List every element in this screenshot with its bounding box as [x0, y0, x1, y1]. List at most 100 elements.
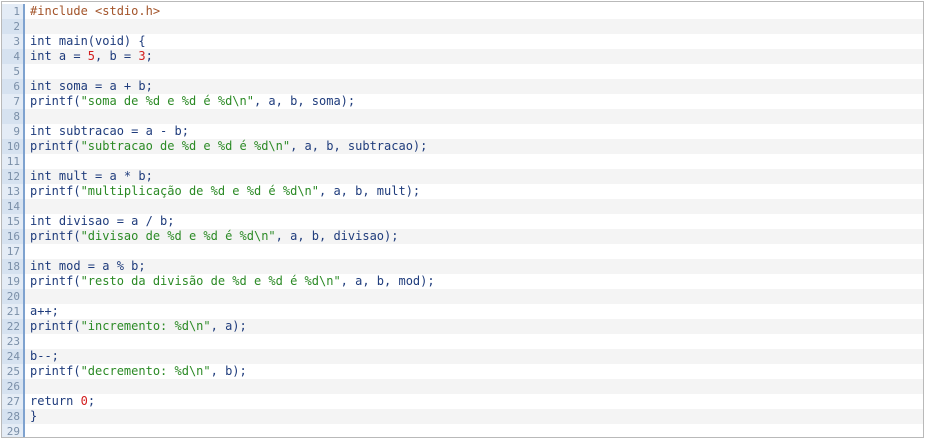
code-line[interactable]: 17	[2, 244, 923, 259]
code-line[interactable]: 24 b--;	[2, 349, 923, 364]
code-line[interactable]: 19 printf("resto da divisão de %d e %d é …	[2, 274, 923, 289]
code-editor: 1 #include <stdio.h> 2 3 int main(void) {4 in…	[1, 1, 924, 438]
line-content	[25, 289, 30, 304]
line-content	[25, 19, 30, 34]
code-token: printf(	[30, 364, 81, 378]
code-line[interactable]: 7 printf("soma de %d e %d é %d\n", a, b, …	[2, 94, 923, 109]
code-token: , a, b, mult);	[319, 184, 421, 198]
line-content: int soma = a + b;	[25, 79, 153, 94]
code-token: #include <stdio.h>	[30, 4, 161, 18]
code-line[interactable]: 21 a++;	[2, 304, 923, 319]
code-token: 5	[87, 49, 96, 63]
code-line[interactable]: 26	[2, 379, 923, 394]
line-content	[25, 244, 30, 259]
code-token: printf(	[30, 139, 81, 153]
line-number: 6	[2, 79, 25, 94]
code-token: int mod = a % b;	[30, 259, 146, 273]
line-number: 28	[2, 409, 25, 424]
code-token: }	[30, 409, 38, 423]
line-number: 10	[2, 139, 25, 154]
code-token: "incremento: %d\n"	[80, 319, 211, 333]
line-number: 23	[2, 334, 25, 349]
code-token: ;	[87, 394, 96, 408]
code-token: , a, b, divisao);	[275, 229, 399, 243]
code-token: ;	[145, 49, 153, 63]
line-content: return 0;	[25, 394, 95, 409]
line-number: 8	[2, 109, 25, 124]
code-line[interactable]: 29	[2, 424, 923, 437]
code-line[interactable]: 22 printf("incremento: %d\n", a);	[2, 319, 923, 334]
code-line[interactable]: 11	[2, 154, 923, 169]
code-token: int soma = a + b;	[30, 79, 153, 93]
line-content: b--;	[25, 349, 59, 364]
code-token: "resto da divisão de %d e %d é %d\n"	[80, 274, 341, 288]
line-content: }	[25, 409, 37, 424]
code-line[interactable]: 14	[2, 199, 923, 214]
code-token: int divisao = a / b;	[30, 214, 175, 228]
code-line[interactable]: 16 printf("divisao de %d e %d é %d\n", a,…	[2, 229, 923, 244]
line-content: printf("incremento: %d\n", a);	[25, 319, 247, 334]
code-token: , a, b, soma);	[253, 94, 356, 108]
code-line[interactable]: 6 int soma = a + b;	[2, 79, 923, 94]
code-line[interactable]: 20	[2, 289, 923, 304]
line-number: 16	[2, 229, 25, 244]
line-number: 21	[2, 304, 25, 319]
code-line[interactable]: 15 int divisao = a / b;	[2, 214, 923, 229]
code-line[interactable]: 10 printf("subtracao de %d e %d é %d\n", …	[2, 139, 923, 154]
line-content	[25, 109, 30, 124]
code-line[interactable]: 3 int main(void) {	[2, 34, 923, 49]
code-line[interactable]: 2	[2, 19, 923, 34]
code-line[interactable]: 5	[2, 64, 923, 79]
line-number: 1	[2, 4, 25, 19]
code-token: printf(	[30, 94, 81, 108]
code-token: , a);	[210, 319, 247, 333]
line-number: 24	[2, 349, 25, 364]
line-content	[25, 154, 30, 169]
line-number: 17	[2, 244, 25, 259]
line-content: #include <stdio.h>	[25, 4, 160, 19]
line-number: 13	[2, 184, 25, 199]
code-line[interactable]: 12 int mult = a * b;	[2, 169, 923, 184]
code-token: , b);	[210, 364, 247, 378]
line-number: 26	[2, 379, 25, 394]
code-line[interactable]: 1 #include <stdio.h>	[2, 4, 923, 19]
code-line[interactable]: 27 return 0;	[2, 394, 923, 409]
code-line[interactable]: 25 printf("decremento: %d\n", b);	[2, 364, 923, 379]
line-content: int subtracao = a - b;	[25, 124, 189, 139]
code-token: "subtracao de %d e %d é %d\n"	[80, 139, 291, 153]
code-token: "divisao de %d e %d é %d\n"	[80, 229, 276, 243]
line-number: 14	[2, 199, 25, 214]
line-content	[25, 424, 30, 437]
line-content: printf("resto da divisão de %d e %d é %d…	[25, 274, 435, 289]
line-number: 5	[2, 64, 25, 79]
code-token: int subtracao = a - b;	[30, 124, 189, 138]
code-token: , a, b, mod);	[340, 274, 435, 288]
code-token: a++;	[30, 304, 59, 318]
line-content: printf("divisao de %d e %d é %d\n", a, b…	[25, 229, 398, 244]
code-line[interactable]: 13 printf("multiplicação de %d e %d é %d\…	[2, 184, 923, 199]
code-token: , a, b, subtracao);	[290, 139, 428, 153]
code-token: printf(	[30, 274, 81, 288]
line-number: 4	[2, 49, 25, 64]
code-line[interactable]: 9 int subtracao = a - b;	[2, 124, 923, 139]
code-line[interactable]: 4 int a = 5, b = 3;	[2, 49, 923, 64]
code-line[interactable]: 8	[2, 109, 923, 124]
code-token: int mult = a * b;	[30, 169, 153, 183]
line-content: int a = 5, b = 3;	[25, 49, 153, 64]
code-view[interactable]: 1 #include <stdio.h> 2 3 int main(void) {4 in…	[2, 4, 923, 437]
line-number: 15	[2, 214, 25, 229]
code-line[interactable]: 23	[2, 334, 923, 349]
code-token: return	[30, 394, 81, 408]
line-number: 2	[2, 19, 25, 34]
line-content: printf("multiplicação de %d e %d é %d\n"…	[25, 184, 420, 199]
line-number: 11	[2, 154, 25, 169]
line-content	[25, 334, 30, 349]
line-number: 9	[2, 124, 25, 139]
line-content: int mod = a % b;	[25, 259, 146, 274]
line-number: 3	[2, 34, 25, 49]
line-number: 7	[2, 94, 25, 109]
line-number: 20	[2, 289, 25, 304]
code-line[interactable]: 28}	[2, 409, 923, 424]
code-line[interactable]: 18 int mod = a % b;	[2, 259, 923, 274]
line-content	[25, 199, 30, 214]
